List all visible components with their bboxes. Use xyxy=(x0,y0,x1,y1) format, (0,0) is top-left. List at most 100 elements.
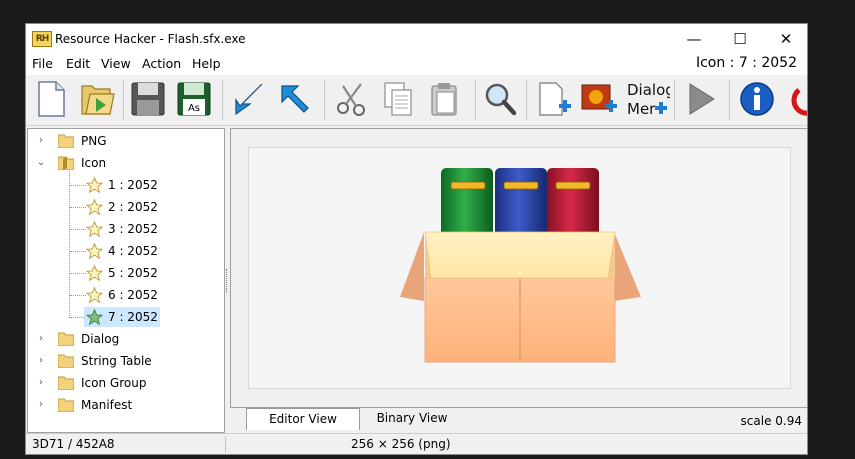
tab-binary-view[interactable]: Binary View xyxy=(362,408,462,429)
resource-id-label: Icon : 7 : 2052 xyxy=(695,55,797,71)
star-icon xyxy=(86,177,103,194)
tree-item-icon-4[interactable]: 4 : 2052 xyxy=(84,241,158,261)
icon-preview-canvas xyxy=(248,147,791,389)
close-button[interactable]: ✕ xyxy=(763,24,807,54)
resource-tree[interactable]: › PNG ⌄ Icon 1 : 2052 2 : 2052 3 : 2052 … xyxy=(27,128,225,433)
star-icon xyxy=(86,243,103,260)
save-as-disk-icon: As xyxy=(177,82,211,116)
dialog-merge-icon: Dialog Mer xyxy=(627,81,670,118)
tree-item-icon-2[interactable]: 2 : 2052 xyxy=(84,197,158,217)
folder-icon xyxy=(58,354,74,368)
tree-item-label: 6 : 2052 xyxy=(108,288,158,302)
tree-item-label: 7 : 2052 xyxy=(108,310,158,324)
menu-help[interactable]: Help xyxy=(192,56,221,71)
star-icon xyxy=(86,221,103,238)
tree-item-icon[interactable]: ⌄ Icon xyxy=(28,153,224,173)
magnifier-icon xyxy=(485,83,517,116)
add-blank-resource-button[interactable] xyxy=(532,78,574,120)
arrow-up-left-icon xyxy=(281,85,309,113)
folder-icon xyxy=(58,376,74,390)
chevron-right-icon[interactable]: › xyxy=(36,373,46,393)
save-disk-icon xyxy=(131,82,165,116)
cut-button[interactable] xyxy=(331,78,373,120)
star-icon xyxy=(86,265,103,282)
tree-item-label: String Table xyxy=(81,354,152,368)
open-button[interactable] xyxy=(76,78,118,120)
menu-edit[interactable]: Edit xyxy=(66,56,90,71)
new-button[interactable] xyxy=(30,78,72,120)
play-triangle-icon xyxy=(689,83,715,115)
window-title: Resource Hacker - Flash.sfx.exe xyxy=(55,32,246,46)
dialog-merge-label-top: Dialog xyxy=(627,81,670,99)
tree-item-manifest[interactable]: › Manifest xyxy=(28,395,224,415)
power-icon xyxy=(791,88,807,116)
save-button[interactable] xyxy=(127,78,169,120)
export-button[interactable] xyxy=(274,78,316,120)
open-folder-icon xyxy=(81,85,115,115)
tree-item-icon-6[interactable]: 6 : 2052 xyxy=(84,285,158,305)
about-button[interactable] xyxy=(736,78,778,120)
menu-action[interactable]: Action xyxy=(142,56,181,71)
folder-icon xyxy=(58,398,74,412)
minimize-icon: — xyxy=(686,30,702,48)
menu-view[interactable]: View xyxy=(101,56,131,71)
maximize-icon: ☐ xyxy=(733,30,747,48)
exit-button[interactable] xyxy=(786,78,807,120)
tree-item-label: 2 : 2052 xyxy=(108,200,158,214)
tree-item-icon-7[interactable]: 7 : 2052 xyxy=(84,307,160,327)
scissors-icon xyxy=(337,83,365,116)
folder-icon xyxy=(58,332,74,346)
scale-label: scale 0.94 xyxy=(740,414,802,428)
tree-item-label: PNG xyxy=(81,134,107,148)
chevron-right-icon[interactable]: › xyxy=(36,329,46,349)
add-image-resource-button[interactable] xyxy=(578,78,620,120)
save-as-button[interactable]: As xyxy=(173,78,215,120)
books-in-box-image xyxy=(400,168,641,363)
menu-bar: File Edit View Action Help Icon : 7 : 20… xyxy=(26,54,807,75)
toolbar: As Dialo Mer xyxy=(26,75,807,126)
info-icon xyxy=(740,82,774,116)
resource-viewer xyxy=(230,128,807,408)
tree-item-icon-5[interactable]: 5 : 2052 xyxy=(84,263,158,283)
tree-item-icon-1[interactable]: 1 : 2052 xyxy=(84,175,158,195)
copy-button[interactable] xyxy=(377,78,419,120)
chevron-down-icon[interactable]: ⌄ xyxy=(36,153,46,173)
menu-file[interactable]: File xyxy=(32,56,53,71)
status-bar: 3D71 / 452A8 256 × 256 (png) xyxy=(26,433,807,454)
tree-item-string-table[interactable]: › String Table xyxy=(28,351,224,371)
tree-item-icon-group[interactable]: › Icon Group xyxy=(28,373,224,393)
dialog-merge-label-bottom: Mer xyxy=(627,100,656,118)
tree-item-icon-3[interactable]: 3 : 2052 xyxy=(84,219,158,239)
svg-text:As: As xyxy=(188,103,200,114)
add-blank-icon xyxy=(539,82,571,116)
minimize-button[interactable]: — xyxy=(671,24,717,54)
compile-run-button[interactable] xyxy=(680,78,722,120)
tree-item-label: Icon xyxy=(81,156,107,170)
folder-icon xyxy=(58,134,74,148)
chevron-right-icon[interactable]: › xyxy=(36,131,46,151)
app-icon: RH xyxy=(32,31,52,47)
new-file-icon xyxy=(38,81,65,117)
arrow-down-left-icon xyxy=(235,83,263,116)
maximize-button[interactable]: ☐ xyxy=(717,24,763,54)
tree-item-label: 3 : 2052 xyxy=(108,222,158,236)
import-button[interactable] xyxy=(228,78,270,120)
copy-icon xyxy=(384,82,412,116)
title-bar[interactable]: RH Resource Hacker - Flash.sfx.exe — ☐ ✕ xyxy=(26,24,807,54)
find-button[interactable] xyxy=(479,78,521,120)
tree-item-png[interactable]: › PNG xyxy=(28,131,224,151)
add-image-icon xyxy=(581,84,617,112)
tree-item-label: 1 : 2052 xyxy=(108,178,158,192)
status-offset: 3D71 / 452A8 xyxy=(32,437,115,451)
main-window: RH Resource Hacker - Flash.sfx.exe — ☐ ✕… xyxy=(25,23,808,455)
view-tabs: Editor View Binary View scale 0.94 xyxy=(230,408,807,433)
open-folder-icon xyxy=(58,156,74,170)
star-selected-icon xyxy=(86,309,103,326)
close-icon: ✕ xyxy=(779,30,793,48)
chevron-right-icon[interactable]: › xyxy=(36,351,46,371)
paste-button[interactable] xyxy=(423,78,465,120)
tree-item-dialog[interactable]: › Dialog xyxy=(28,329,224,349)
dialog-merge-button[interactable]: Dialog Mer xyxy=(624,78,670,120)
chevron-right-icon[interactable]: › xyxy=(36,395,46,415)
tab-editor-view[interactable]: Editor View xyxy=(246,408,360,430)
